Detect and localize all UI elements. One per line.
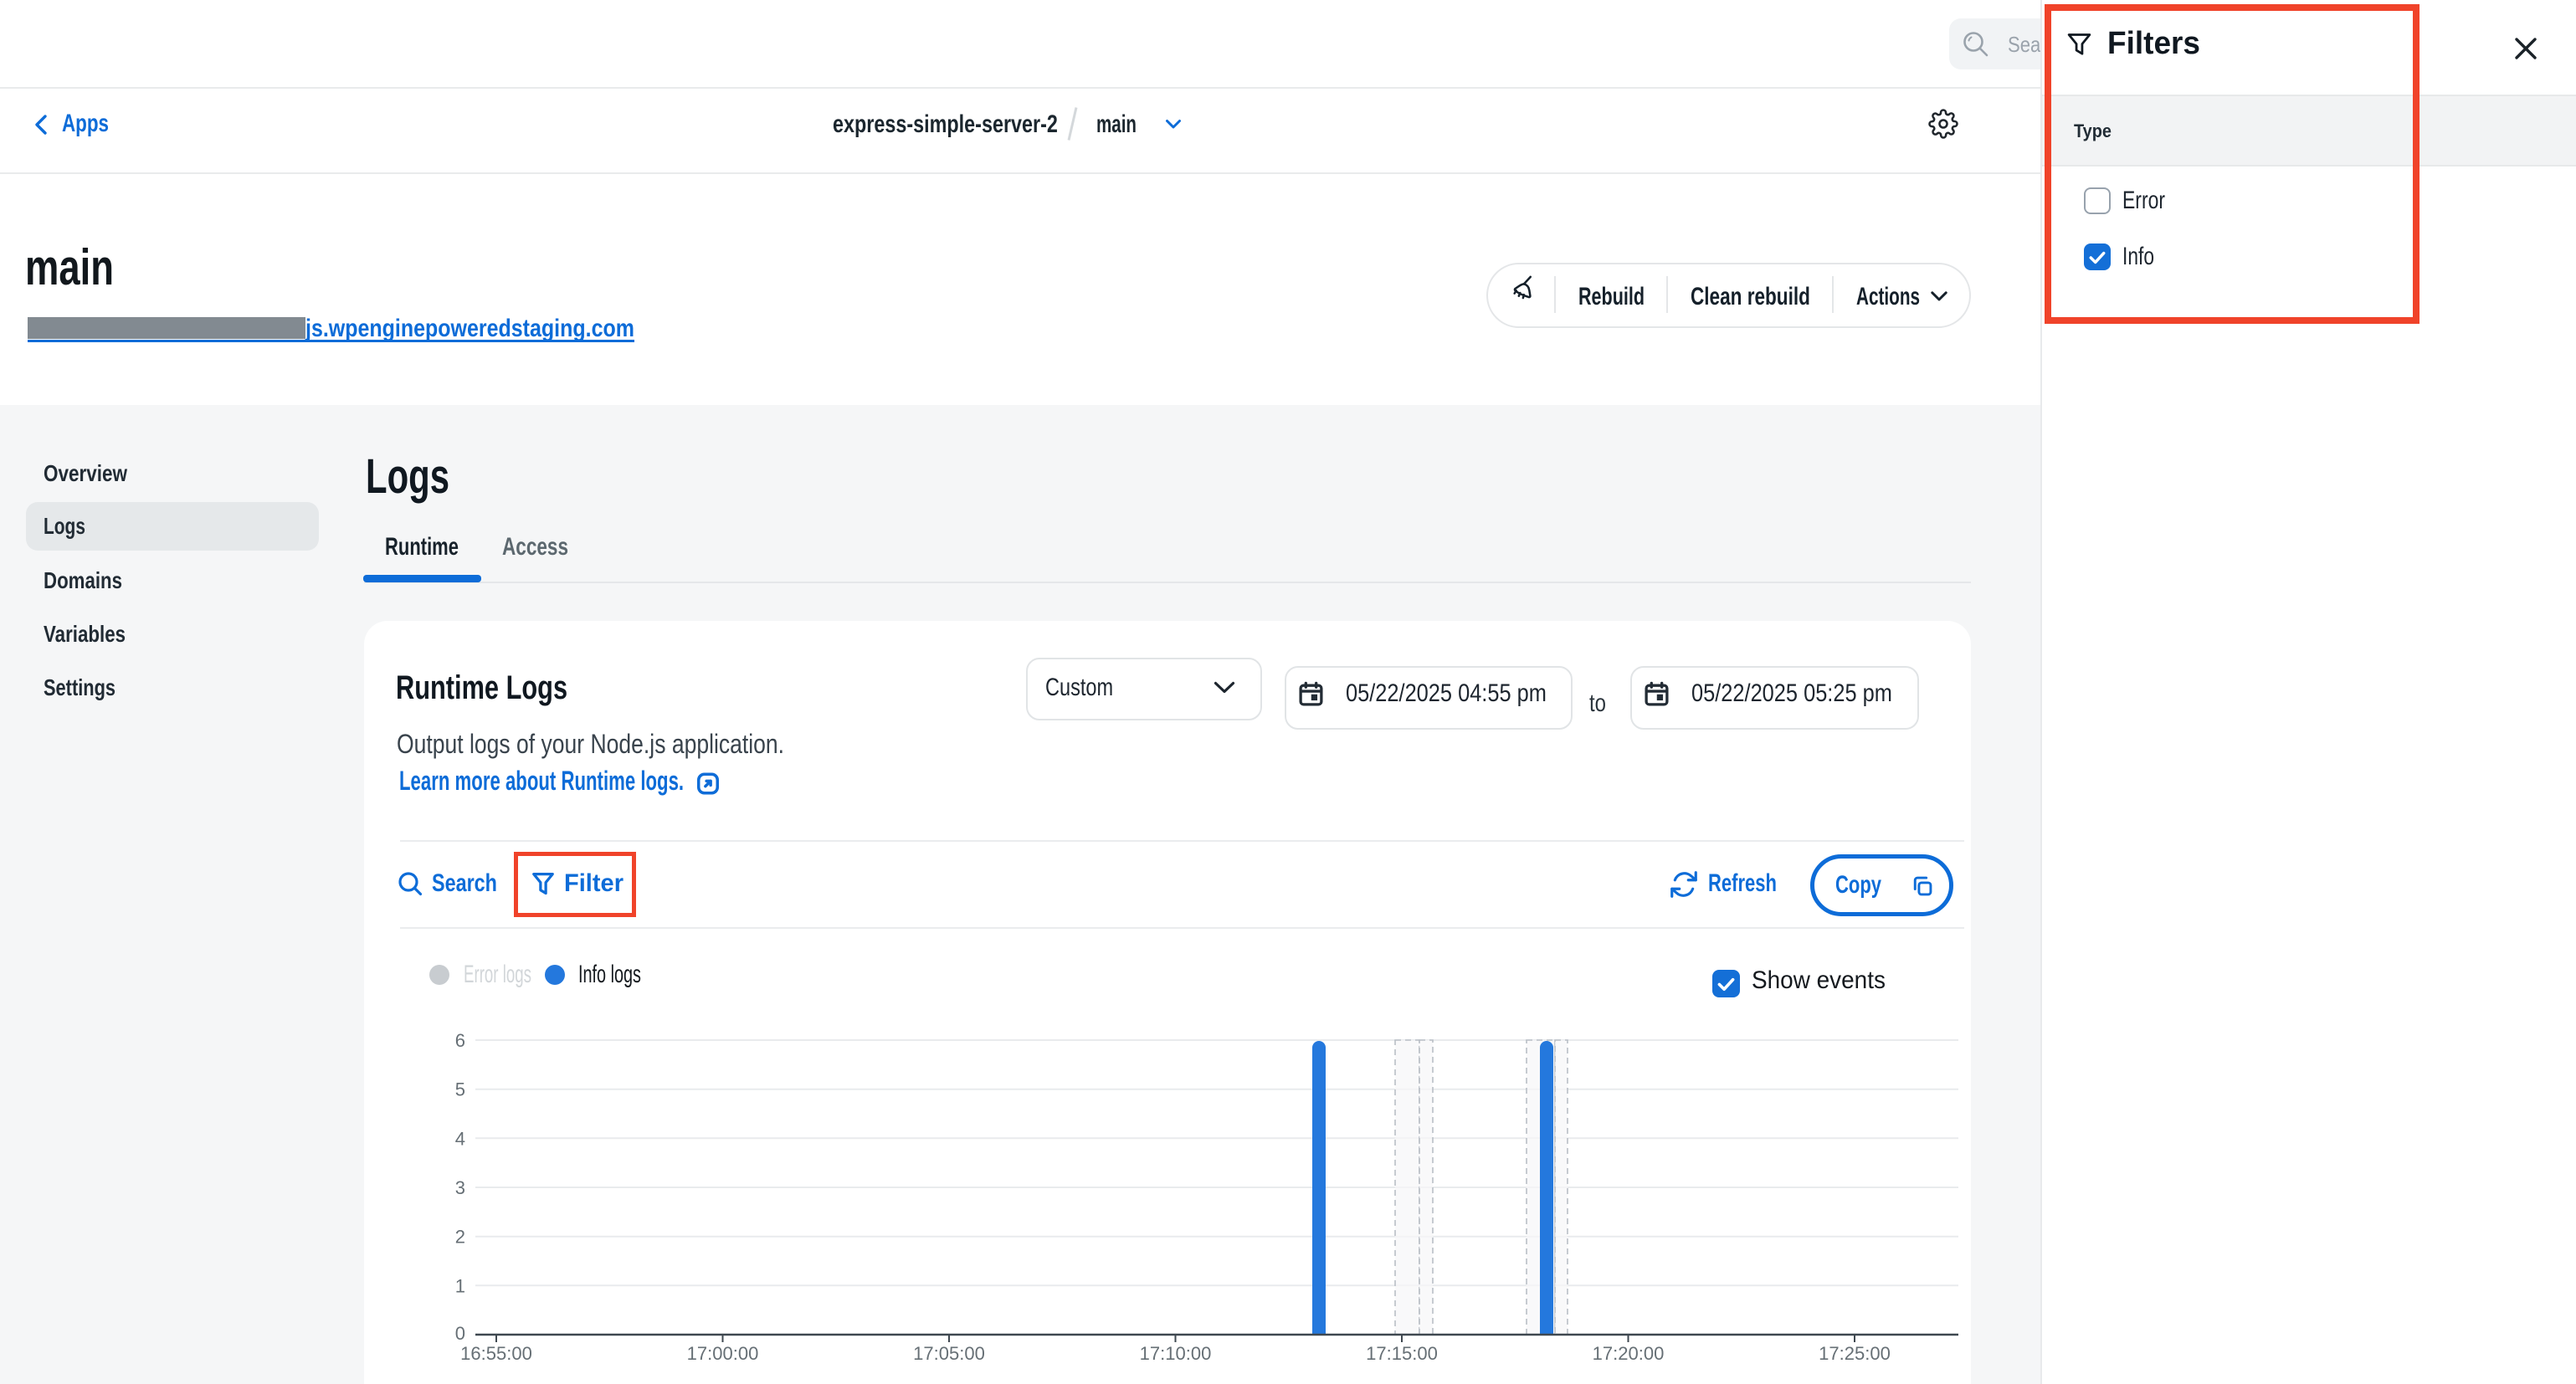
svg-text:1: 1 [455,1275,465,1296]
svg-text:0: 0 [455,1323,465,1344]
svg-text:2: 2 [455,1227,465,1248]
svg-text:6: 6 [455,1030,465,1051]
svg-text:16:55:00: 16:55:00 [460,1343,532,1364]
svg-text:17:05:00: 17:05:00 [913,1343,985,1364]
svg-text:17:00:00: 17:00:00 [687,1343,759,1364]
svg-text:17:10:00: 17:10:00 [1140,1343,1212,1364]
svg-text:3: 3 [455,1177,465,1198]
svg-text:17:15:00: 17:15:00 [1366,1343,1438,1364]
svg-text:4: 4 [455,1128,465,1149]
svg-text:17:20:00: 17:20:00 [1593,1343,1665,1364]
svg-text:5: 5 [455,1079,465,1100]
svg-text:17:25:00: 17:25:00 [1819,1343,1891,1364]
